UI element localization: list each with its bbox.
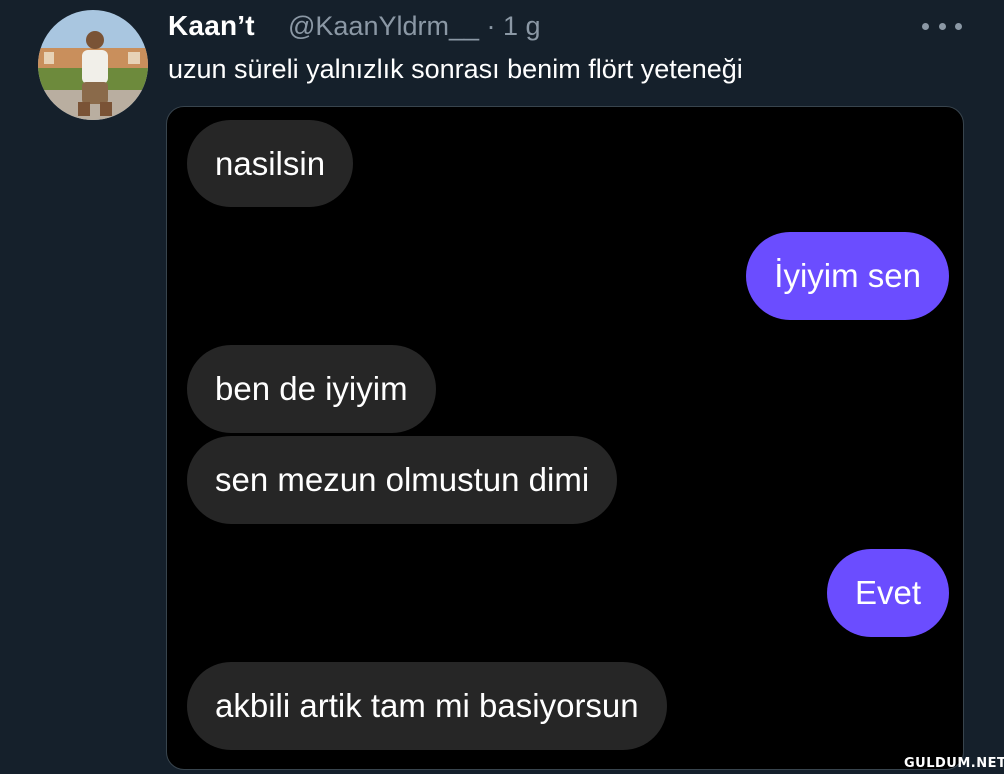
site-watermark: GULDUM.NET	[904, 756, 1004, 771]
chat-bubble-outgoing: İyiyim sen	[746, 232, 949, 320]
chat-bubble-incoming: akbili artik tam mi basiyorsun	[187, 662, 667, 750]
more-icon[interactable]	[922, 14, 962, 38]
chat-bubble-incoming: nasilsin	[187, 120, 354, 207]
chat-bubble-incoming: sen mezun olmustun dimi	[187, 436, 618, 524]
tweet-media-screenshot[interactable]: nasilsin İyiyim sen ben de iyiyim sen me…	[166, 106, 964, 770]
chat-bubble-incoming: ben de iyiyim	[187, 345, 436, 433]
avatar-image	[38, 10, 148, 120]
tweet-text: uzun süreli yalnızlık sonrası benim flör…	[168, 54, 743, 84]
more-dot	[955, 22, 962, 30]
author-avatar[interactable]	[38, 10, 148, 120]
author-handle-time[interactable]: @KaanYldrm__ · 1 g	[288, 11, 541, 42]
more-dot	[938, 22, 946, 30]
more-dot	[922, 22, 929, 30]
author-name[interactable]: Kaan’t	[168, 10, 255, 42]
chat-bubble-outgoing: Evet	[826, 549, 949, 637]
